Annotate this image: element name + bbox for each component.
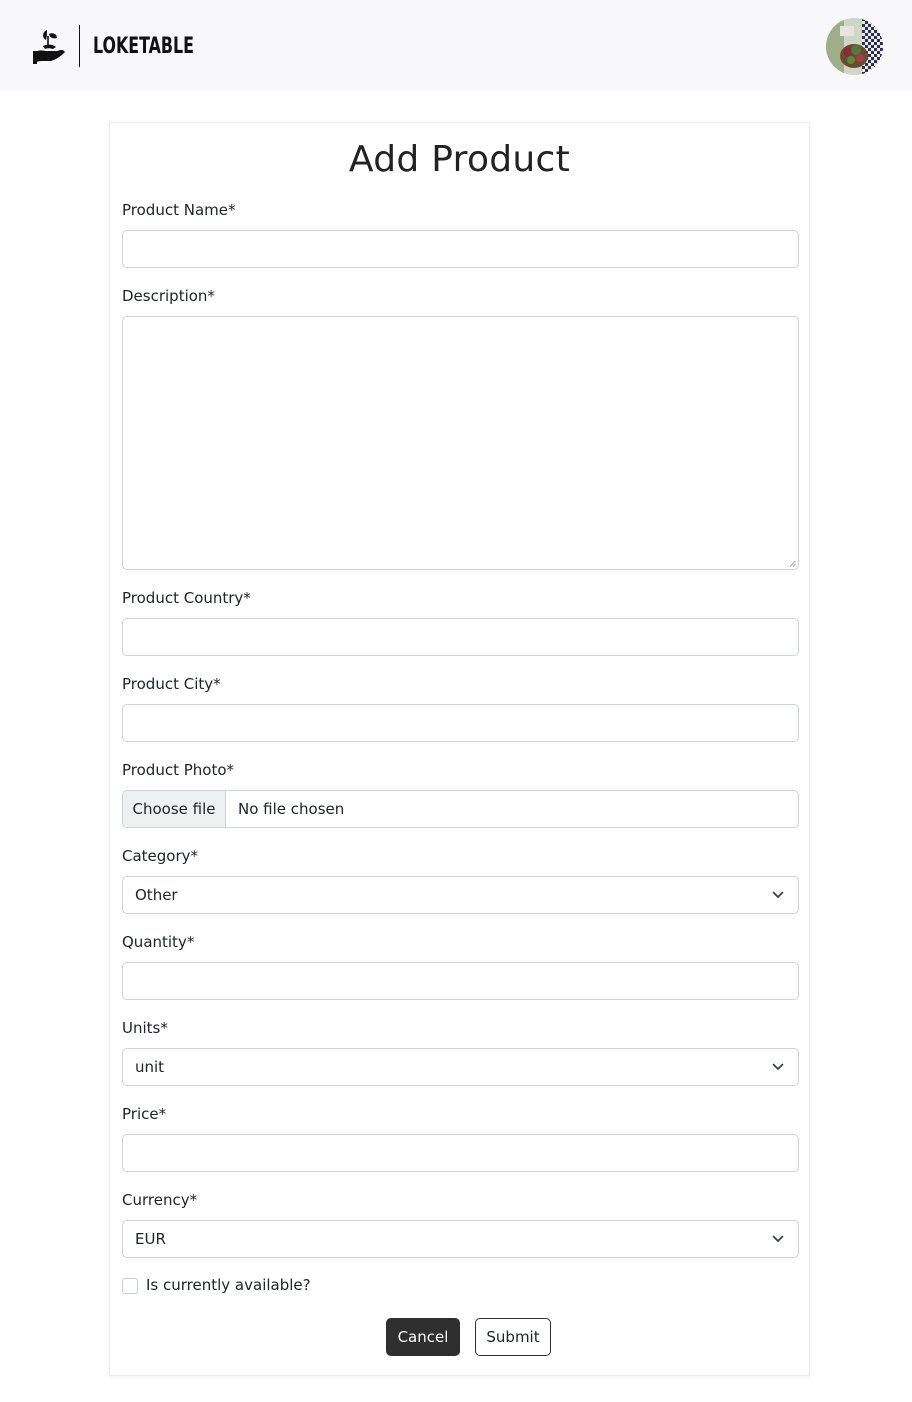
price-input[interactable] bbox=[122, 1134, 799, 1172]
category-label: Category* bbox=[122, 847, 199, 865]
brand-logo[interactable]: LOKETABLE bbox=[33, 24, 213, 68]
currency-label: Currency* bbox=[122, 1191, 198, 1209]
file-status-text: No file chosen bbox=[238, 800, 345, 818]
category-selected-value: Other bbox=[135, 886, 178, 904]
resize-grip-icon[interactable] bbox=[789, 560, 796, 567]
available-checkbox-label[interactable]: Is currently available? bbox=[146, 1276, 311, 1294]
hand-plant-icon bbox=[33, 30, 65, 64]
product-name-input[interactable] bbox=[122, 230, 799, 268]
cancel-button[interactable]: Cancel bbox=[386, 1318, 460, 1356]
price-label: Price* bbox=[122, 1105, 167, 1123]
page-title: Add Product bbox=[348, 139, 571, 180]
product-photo-file-input[interactable]: Choose file No file chosen bbox=[122, 790, 799, 828]
units-select[interactable]: unit bbox=[122, 1048, 799, 1086]
category-select[interactable]: Other bbox=[122, 876, 799, 914]
brand-divider bbox=[79, 25, 80, 67]
brand-name: LOKETABLE bbox=[93, 33, 194, 59]
product-photo-label: Product Photo* bbox=[122, 761, 235, 779]
currency-selected-value: EUR bbox=[135, 1230, 166, 1248]
submit-button[interactable]: Submit bbox=[475, 1318, 551, 1356]
avatar-image bbox=[826, 18, 883, 75]
add-product-card: Add Product Product Name* Description* P… bbox=[109, 122, 810, 1376]
units-selected-value: unit bbox=[135, 1058, 165, 1076]
top-navbar: LOKETABLE bbox=[0, 0, 912, 90]
description-textarea[interactable] bbox=[122, 316, 799, 570]
avatar[interactable] bbox=[826, 18, 883, 75]
chevron-down-icon bbox=[772, 1235, 784, 1242]
currency-select[interactable]: EUR bbox=[122, 1220, 799, 1258]
quantity-label: Quantity* bbox=[122, 933, 195, 951]
available-checkbox[interactable] bbox=[122, 1278, 138, 1294]
chevron-down-icon bbox=[772, 891, 784, 898]
choose-file-button[interactable]: Choose file bbox=[123, 791, 226, 827]
product-city-input[interactable] bbox=[122, 704, 799, 742]
chevron-down-icon bbox=[772, 1063, 784, 1070]
quantity-input[interactable] bbox=[122, 962, 799, 1000]
product-city-label: Product City* bbox=[122, 675, 221, 693]
product-name-label: Product Name* bbox=[122, 201, 236, 219]
units-label: Units* bbox=[122, 1019, 168, 1037]
product-country-input[interactable] bbox=[122, 618, 799, 656]
product-country-label: Product Country* bbox=[122, 589, 251, 607]
description-label: Description* bbox=[122, 287, 215, 305]
